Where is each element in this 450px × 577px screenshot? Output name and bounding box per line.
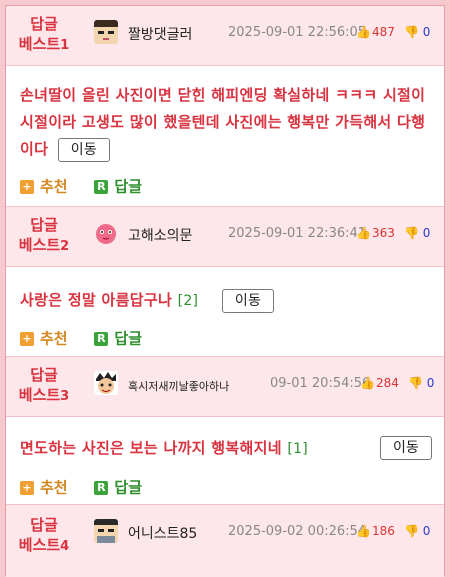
nickname[interactable]: 고해소의문 — [128, 225, 192, 245]
best-comments-panel: 답글 베스트1 짤방댓글러 2025-09-01 22:56:05 👍487 👎… — [5, 5, 445, 577]
rank-prefix: 답글 — [30, 516, 58, 534]
upvote-count: 284 — [375, 376, 399, 390]
upvote-button[interactable]: 👍186 — [356, 524, 395, 538]
upvote-count: 487 — [371, 25, 395, 39]
nickname[interactable]: 어니스트85 — [128, 523, 197, 543]
comment-text: 면도하는 사진은 보는 나까지 행복해지네 — [20, 439, 282, 457]
thumbs-down-icon: 👎 — [408, 376, 423, 390]
thumbs-up-icon: 👍 — [356, 226, 371, 240]
rank-number: 3 — [60, 389, 70, 404]
timestamp: 2025-09-02 00:26:54 — [228, 524, 367, 539]
comment-header: 답글 베스트3 혹시저새끼날좋아하나 09-01 20:54:56 👍284 👎… — [6, 357, 444, 417]
reply-button[interactable]: R 답글 — [94, 328, 142, 349]
reply-label: 답글 — [114, 478, 142, 497]
downvote-count: 0 — [426, 376, 435, 390]
rank-label: 답글 베스트1 — [12, 14, 76, 56]
comment-text: 사랑은 정말 아름답구나 — [20, 291, 173, 309]
comment-header: 답글 베스트4 어니스트85 2025-09-02 00:26:54 👍186 … — [6, 505, 444, 577]
reply-label: 답글 — [114, 329, 142, 348]
rank-label: 답글 베스트3 — [12, 365, 76, 407]
recommend-button[interactable]: + 추천 — [20, 328, 68, 349]
upvote-count: 186 — [371, 524, 395, 538]
reply-button[interactable]: R 답글 — [94, 176, 142, 197]
downvote-button[interactable]: 👎 0 — [404, 226, 430, 240]
rank-prefix: 답글 — [30, 216, 58, 234]
reply-count[interactable]: [2] — [178, 293, 199, 309]
comment-content: 사랑은 정말 아름답구나 [2] 이동 — [20, 287, 438, 315]
recommend-label: 추천 — [40, 329, 68, 348]
reply-button[interactable]: R 답글 — [94, 477, 142, 498]
rank-label: 답글 베스트2 — [12, 215, 76, 257]
rank-word: 베스트 — [18, 236, 61, 254]
r-box-icon: R — [94, 480, 109, 495]
avatar[interactable] — [94, 221, 118, 245]
comment-actions: + 추천 R 답글 — [20, 328, 164, 349]
timestamp: 2025-09-01 22:56:05 — [228, 25, 367, 40]
timestamp: 09-01 20:54:56 — [270, 376, 371, 391]
downvote-count: 0 — [422, 524, 431, 538]
rank-prefix: 답글 — [30, 15, 58, 33]
recommend-button[interactable]: + 추천 — [20, 176, 68, 197]
upvote-button[interactable]: 👍284 — [360, 376, 399, 390]
rank-number: 4 — [60, 539, 70, 554]
thumbs-down-icon: 👎 — [404, 25, 419, 39]
avatar[interactable] — [94, 20, 118, 44]
recommend-button[interactable]: + 추천 — [20, 477, 68, 498]
downvote-button[interactable]: 👎 0 — [404, 25, 430, 39]
thumbs-down-icon: 👎 — [404, 226, 419, 240]
r-box-icon: R — [94, 179, 109, 194]
recommend-label: 추천 — [40, 478, 68, 497]
rank-number: 1 — [60, 38, 70, 53]
nickname[interactable]: 짤방댓글러 — [128, 24, 192, 44]
reply-label: 답글 — [114, 177, 142, 196]
thumbs-down-icon: 👎 — [404, 524, 419, 538]
thumbs-up-icon: 👍 — [356, 524, 371, 538]
downvote-count: 0 — [422, 25, 431, 39]
reply-count[interactable]: [1] — [287, 441, 308, 457]
upvote-button[interactable]: 👍487 — [356, 25, 395, 39]
comment-content: 손녀딸이 올린 사진이면 닫힌 해피엔딩 확실하네 ㅋㅋㅋ 시절이 시절이라 고… — [20, 82, 438, 163]
thumbs-up-icon: 👍 — [360, 376, 375, 390]
thumbs-up-icon: 👍 — [356, 25, 371, 39]
timestamp: 2025-09-01 22:36:41 — [228, 226, 367, 241]
plus-box-icon: + — [20, 480, 34, 495]
plus-box-icon: + — [20, 179, 34, 194]
rank-word: 베스트 — [18, 35, 61, 53]
comment-content: 면도하는 사진은 보는 나까지 행복해지네 [1] — [20, 435, 360, 463]
recommend-label: 추천 — [40, 177, 68, 196]
move-button[interactable]: 이동 — [380, 436, 432, 460]
comment-actions: + 추천 R 답글 — [20, 176, 164, 197]
move-button[interactable]: 이동 — [57, 138, 111, 162]
upvote-count: 363 — [371, 226, 395, 240]
upvote-button[interactable]: 👍363 — [356, 226, 395, 240]
rank-prefix: 답글 — [30, 366, 58, 384]
comment-header: 답글 베스트1 짤방댓글러 2025-09-01 22:56:05 👍487 👎… — [6, 6, 444, 66]
downvote-button[interactable]: 👎 0 — [408, 376, 434, 390]
avatar[interactable] — [94, 519, 118, 543]
comment-header: 답글 베스트2 고해소의문 2025-09-01 22:36:41 👍363 👎… — [6, 207, 444, 267]
r-box-icon: R — [94, 331, 109, 346]
rank-number: 2 — [60, 239, 70, 254]
rank-word: 베스트 — [18, 386, 61, 404]
rank-word: 베스트 — [18, 536, 61, 554]
move-button[interactable]: 이동 — [221, 289, 275, 313]
rank-label: 답글 베스트4 — [12, 515, 76, 557]
avatar[interactable] — [94, 371, 118, 395]
downvote-count: 0 — [422, 226, 431, 240]
comment-actions: + 추천 R 답글 — [20, 477, 164, 498]
nickname[interactable]: 혹시저새끼날좋아하나 — [128, 378, 229, 394]
downvote-button[interactable]: 👎 0 — [404, 524, 430, 538]
plus-box-icon: + — [20, 331, 34, 346]
